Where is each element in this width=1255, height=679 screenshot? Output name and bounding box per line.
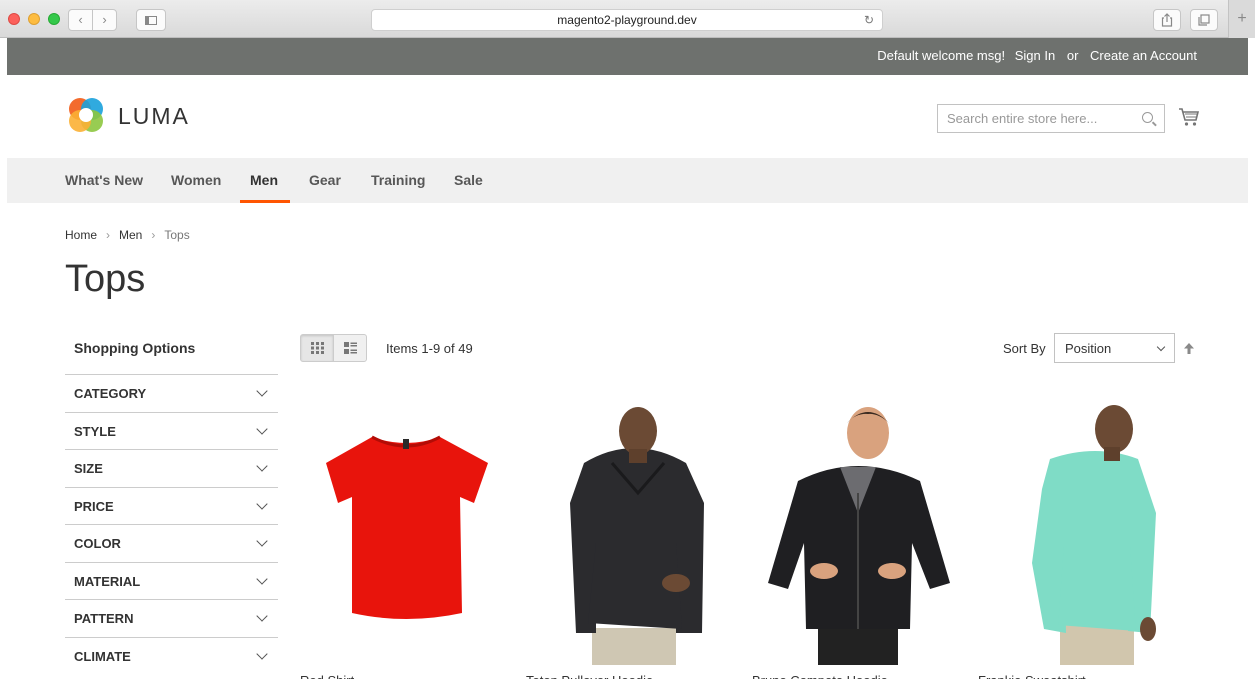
filter-pattern[interactable]: PATTERN bbox=[65, 599, 278, 637]
shopping-options-title: Shopping Options bbox=[74, 340, 196, 356]
back-button[interactable]: ‹ bbox=[68, 9, 93, 31]
luma-logo-icon[interactable] bbox=[66, 95, 106, 135]
tab-overview-button[interactable] bbox=[1190, 9, 1218, 31]
url-text: magento2-playground.dev bbox=[557, 13, 697, 27]
hoodie-model-illustration bbox=[768, 407, 950, 665]
breadcrumb-men[interactable]: Men bbox=[119, 228, 142, 242]
search-input[interactable]: Search entire store here... bbox=[937, 104, 1165, 133]
filter-list: CATEGORY STYLE SIZE PRICE COLOR MATERIAL… bbox=[65, 374, 278, 674]
new-tab-button[interactable]: + bbox=[1228, 0, 1255, 38]
breadcrumb-current: Tops bbox=[164, 228, 190, 242]
product-name-teton-pullover-hoodie[interactable]: Teton Pullover Hoodie bbox=[526, 673, 653, 679]
sort-by-select[interactable]: Position bbox=[1054, 333, 1175, 363]
share-icon bbox=[1161, 13, 1173, 27]
chevron-down-icon bbox=[1156, 342, 1166, 352]
sort-direction-arrow-icon[interactable] bbox=[1183, 342, 1195, 355]
filter-label: PRICE bbox=[74, 498, 114, 514]
chevron-left-icon: ‹ bbox=[78, 12, 83, 27]
nav-item-sale[interactable]: Sale bbox=[454, 172, 483, 188]
chevron-down-icon bbox=[256, 422, 268, 435]
chevron-right-icon: › bbox=[151, 228, 156, 242]
forward-button[interactable]: › bbox=[92, 9, 117, 31]
t-shirt-illustration bbox=[326, 435, 488, 619]
sign-in-link[interactable]: Sign In bbox=[1015, 48, 1055, 63]
chevron-down-icon bbox=[256, 385, 268, 397]
nav-item-women[interactable]: Women bbox=[171, 172, 221, 188]
filter-climate[interactable]: CLIMATE bbox=[65, 636, 278, 675]
plus-icon: + bbox=[1237, 10, 1247, 27]
sort-by-label: Sort By bbox=[1003, 341, 1046, 356]
share-button[interactable] bbox=[1153, 9, 1181, 31]
nav-item-training[interactable]: Training bbox=[371, 172, 425, 188]
logo-text[interactable]: LUMA bbox=[118, 103, 190, 130]
header-panel: Default welcome msg! Sign In or Create a… bbox=[7, 38, 1248, 75]
cart-icon[interactable] bbox=[1178, 107, 1200, 127]
filter-material[interactable]: MATERIAL bbox=[65, 561, 278, 600]
items-count: Items 1-9 of 49 bbox=[386, 341, 473, 356]
list-icon bbox=[344, 342, 357, 354]
window-minimize-button[interactable] bbox=[28, 13, 40, 25]
breadcrumb: Home › Men › Tops bbox=[65, 228, 190, 242]
address-bar[interactable]: magento2-playground.dev ↻ bbox=[371, 9, 883, 31]
filter-label: STYLE bbox=[74, 423, 116, 439]
nav-item-men[interactable]: Men bbox=[250, 172, 278, 188]
hoodie-model-illustration bbox=[570, 407, 704, 665]
nav-item-whats-new[interactable]: What's New bbox=[65, 172, 143, 188]
or-text: or bbox=[1066, 48, 1079, 63]
filter-label: COLOR bbox=[74, 536, 121, 551]
sidebar-icon bbox=[145, 16, 157, 26]
filter-label: CATEGORY bbox=[74, 386, 147, 401]
grid-view-button[interactable] bbox=[300, 334, 334, 362]
filter-label: PATTERN bbox=[74, 611, 134, 626]
reload-icon[interactable]: ↻ bbox=[864, 10, 874, 30]
filter-color[interactable]: COLOR bbox=[65, 524, 278, 562]
search-placeholder: Search entire store here... bbox=[947, 111, 1098, 126]
product-name-bruno-compete-hoodie[interactable]: Bruno Compete Hoodie bbox=[752, 673, 888, 679]
nav-item-gear[interactable]: Gear bbox=[309, 172, 341, 188]
filter-price[interactable]: PRICE bbox=[65, 486, 278, 525]
page-title: Tops bbox=[65, 258, 146, 300]
main-navigation: What's New Women Men Gear Training Sale bbox=[7, 158, 1248, 203]
product-image-red-shirt[interactable] bbox=[300, 393, 513, 665]
breadcrumb-home[interactable]: Home bbox=[65, 228, 97, 242]
chevron-right-icon: › bbox=[102, 12, 107, 27]
chevron-down-icon bbox=[256, 535, 268, 547]
product-image-frankie-sweatshirt[interactable] bbox=[978, 393, 1191, 665]
filter-label: CLIMATE bbox=[74, 648, 131, 664]
filter-label: MATERIAL bbox=[74, 573, 141, 589]
filter-style[interactable]: STYLE bbox=[65, 411, 278, 450]
list-view-button[interactable] bbox=[333, 334, 367, 362]
chevron-down-icon bbox=[256, 610, 268, 622]
active-nav-indicator bbox=[240, 200, 290, 203]
filter-size[interactable]: SIZE bbox=[65, 449, 278, 487]
create-account-link[interactable]: Create an Account bbox=[1090, 48, 1197, 63]
sort-by-value: Position bbox=[1065, 341, 1112, 356]
welcome-message: Default welcome msg! bbox=[877, 48, 1006, 63]
filter-category[interactable]: CATEGORY bbox=[65, 374, 278, 412]
sweatshirt-model-illustration bbox=[1032, 405, 1156, 665]
sidebar-toggle-button[interactable] bbox=[136, 9, 166, 31]
filter-label: SIZE bbox=[74, 461, 103, 476]
window-maximize-button[interactable] bbox=[48, 13, 60, 25]
chevron-right-icon: › bbox=[106, 228, 111, 242]
chevron-down-icon bbox=[256, 572, 268, 585]
chevron-down-icon bbox=[256, 647, 268, 660]
chevron-down-icon bbox=[256, 460, 268, 472]
search-icon[interactable] bbox=[1142, 112, 1153, 123]
chevron-down-icon bbox=[256, 497, 268, 510]
product-name-frankie-sweatshirt[interactable]: Frankie Sweatshirt bbox=[978, 673, 1086, 679]
tabs-icon bbox=[1198, 14, 1210, 26]
window-close-button[interactable] bbox=[8, 13, 20, 25]
product-image-teton-pullover-hoodie[interactable] bbox=[526, 393, 739, 665]
product-image-bruno-compete-hoodie[interactable] bbox=[752, 393, 965, 665]
browser-toolbar: ‹ › magento2-playground.dev ↻ + bbox=[0, 0, 1255, 38]
grid-icon bbox=[311, 342, 324, 354]
product-name-red-shirt[interactable]: Red Shirt bbox=[300, 673, 354, 679]
